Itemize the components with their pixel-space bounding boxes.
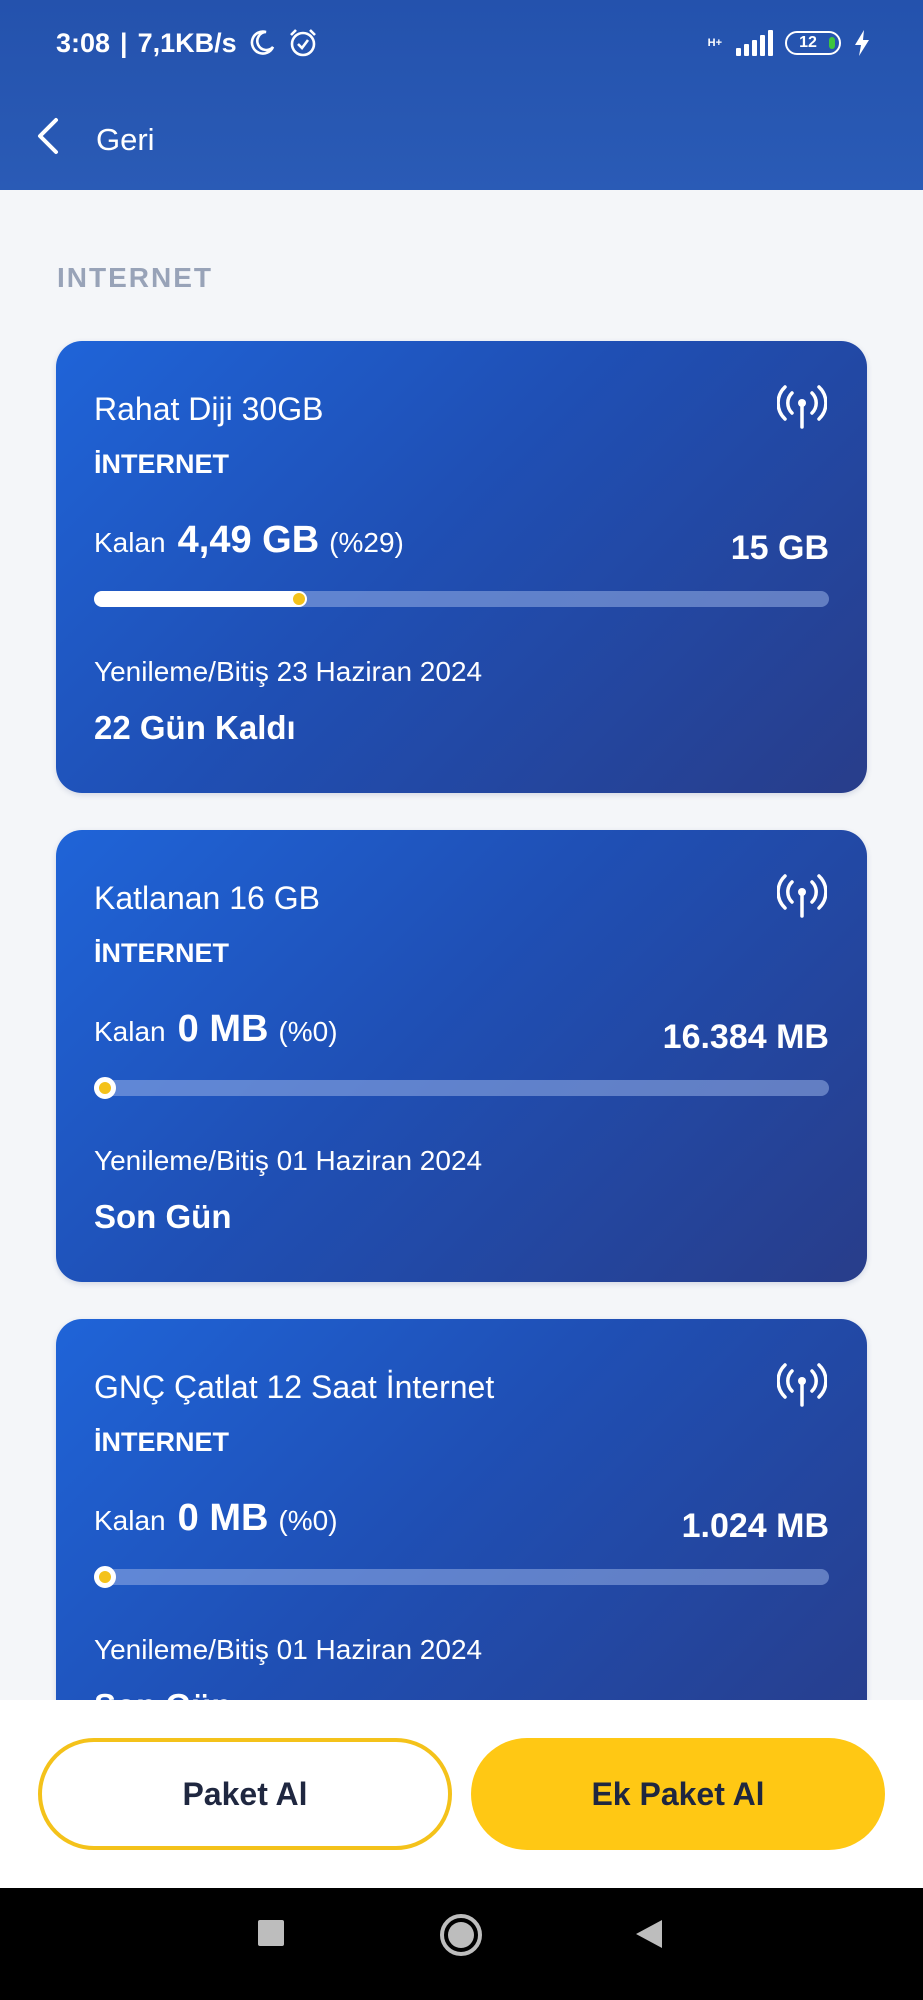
section-title: INTERNET [57, 262, 213, 293]
status-time: 3:08 [56, 27, 111, 58]
remaining-percent: (%29) [329, 527, 404, 558]
remaining-value: 0 MB [177, 1008, 269, 1050]
content-area[interactable]: INTERNET Rahat Diji 30GB İNTERNET Kalan 4,4… [0, 190, 923, 1700]
remaining-percent: (%0) [278, 1505, 338, 1536]
back-label[interactable]: Geri [96, 122, 155, 158]
total-quota: 16.384 MB [662, 1018, 829, 1056]
signal-icon [736, 30, 773, 56]
action-bar: Paket Al Ek Paket Al [0, 1700, 923, 1888]
package-name: Katlanan 16 GB [94, 880, 320, 916]
remaining-row: Kalan 4,49 GB (%29) [94, 519, 404, 562]
remaining-label: Kalan [94, 1505, 166, 1536]
package-type: İNTERNET [94, 938, 229, 968]
app-header: 3:08 | 7,1KB/s H+ 12 Geri [0, 0, 923, 190]
back-triangle-icon[interactable] [634, 1918, 664, 1950]
days-left: Son Gün [94, 1687, 231, 1700]
renewal-date: Yenileme/Bitiş 01 Haziran 2024 [94, 1634, 483, 1665]
antenna-icon [777, 385, 827, 429]
status-separator: | [120, 27, 128, 58]
moon-icon [250, 30, 274, 55]
status-right: H+ 12 [708, 29, 871, 57]
days-left: 22 Gün Kaldı [94, 709, 296, 746]
remaining-value: 4,49 GB [177, 519, 320, 561]
usage-progress-bar [94, 591, 829, 607]
total-quota: 1.024 MB [681, 1507, 829, 1545]
remaining-value: 0 MB [177, 1497, 269, 1539]
usage-progress-bar [94, 1566, 829, 1588]
antenna-icon [777, 1363, 827, 1407]
progress-indicator-dot [94, 1566, 116, 1588]
nav-bar: Geri [0, 96, 923, 176]
chevron-left-icon[interactable] [34, 116, 64, 156]
network-type-label: H+ [707, 36, 722, 49]
renewal-date: Yenileme/Bitiş 23 Haziran 2024 [94, 656, 483, 687]
recent-apps-icon[interactable] [256, 1918, 286, 1948]
battery-icon: 12 [785, 31, 841, 55]
usage-progress-fill [94, 591, 307, 607]
battery-level: 12 [799, 34, 817, 51]
home-icon[interactable] [438, 1912, 484, 1958]
alarm-icon [289, 29, 316, 57]
usage-progress-bar [94, 1077, 829, 1099]
total-quota: 15 GB [730, 529, 829, 567]
remaining-row: Kalan 0 MB (%0) [94, 1497, 338, 1540]
buy-package-button[interactable]: Paket Al [38, 1738, 452, 1850]
package-card[interactable]: Rahat Diji 30GB İNTERNET Kalan 4,49 GB (%29)… [56, 341, 867, 793]
system-nav-bar [0, 1888, 923, 2000]
antenna-icon [777, 874, 827, 918]
days-left: Son Gün [94, 1198, 232, 1235]
package-name: GNÇ Çatlat 12 Saat İnternet [94, 1369, 495, 1405]
remaining-row: Kalan 0 MB (%0) [94, 1008, 338, 1051]
package-card[interactable]: GNÇ Çatlat 12 Saat İnternet İNTERNET Kalan… [56, 1319, 867, 1700]
status-left: 3:08 | 7,1KB/s [56, 27, 319, 59]
status-speed: 7,1KB/s [137, 27, 237, 58]
progress-indicator-dot [94, 1077, 116, 1099]
package-type: İNTERNET [94, 449, 229, 479]
package-type: İNTERNET [94, 1427, 229, 1457]
charging-bolt-icon [855, 30, 869, 56]
remaining-label: Kalan [94, 1016, 166, 1047]
progress-indicator-dot [293, 593, 305, 605]
renewal-date: Yenileme/Bitiş 01 Haziran 2024 [94, 1145, 483, 1176]
remaining-percent: (%0) [278, 1016, 338, 1047]
remaining-label: Kalan [94, 527, 166, 558]
status-bar: 3:08 | 7,1KB/s H+ 12 [0, 0, 923, 86]
buy-addon-button[interactable]: Ek Paket Al [471, 1738, 885, 1850]
package-name: Rahat Diji 30GB [94, 391, 324, 427]
package-card[interactable]: Katlanan 16 GB İNTERNET Kalan 0 MB (%0) 16.38… [56, 830, 867, 1282]
